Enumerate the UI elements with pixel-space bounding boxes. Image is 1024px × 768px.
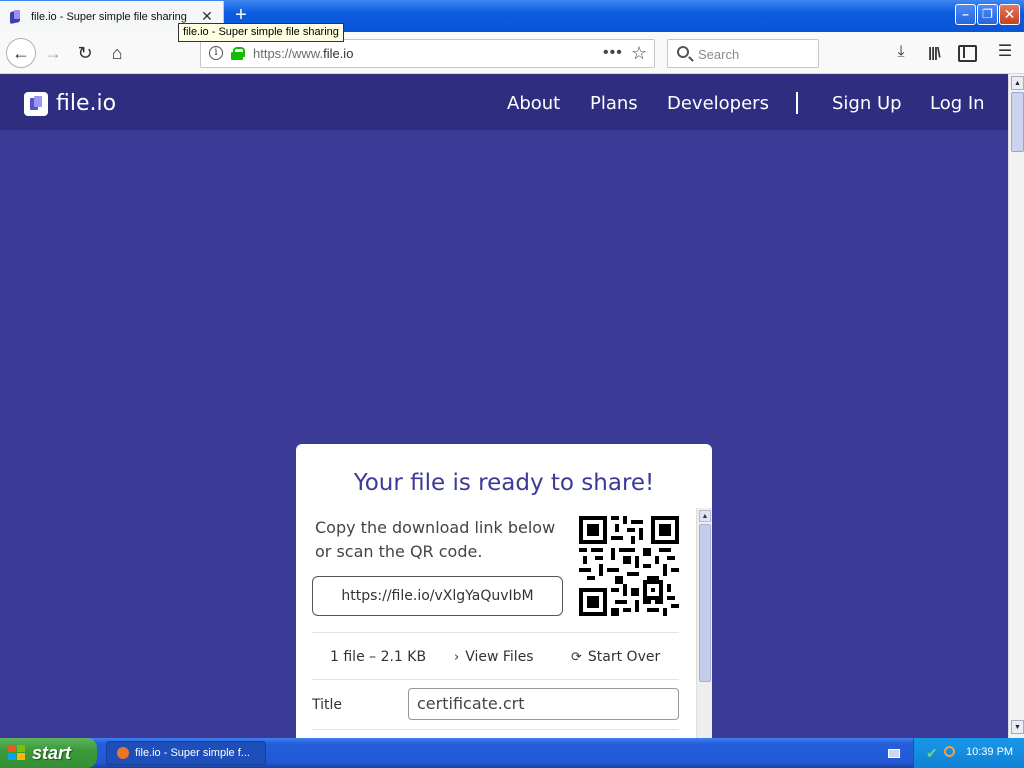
nav-plans-link[interactable]: Plans (590, 93, 638, 114)
download-link-field[interactable]: https://file.io/vXlgYaQuvIbM (312, 576, 563, 616)
brand[interactable]: file.io (24, 91, 116, 116)
bookmark-star-icon[interactable]: ☆ (631, 43, 647, 64)
minimize-window-button[interactable]: – (955, 4, 976, 25)
taskbar-item-label: file.io - Super simple f... (135, 747, 250, 759)
url-text[interactable]: https://www.file.io (253, 46, 353, 61)
search-bar[interactable]: Search (667, 39, 819, 68)
share-heading: Your file is ready to share! (353, 470, 655, 496)
fileio-logo-icon (24, 91, 48, 116)
taskbar: start file.io - Super simple f... ✔ 10:3… (0, 738, 1024, 768)
nav-divider (796, 92, 798, 114)
new-tab-icon[interactable]: + (232, 5, 250, 25)
library-icon[interactable]: |||\ (923, 41, 945, 63)
share-card: Your file is ready to share! Copy the do… (296, 444, 712, 738)
nav-login-link[interactable]: Log In (930, 93, 985, 114)
qr-code (579, 516, 679, 616)
refresh-icon: ⟳ (571, 650, 582, 665)
tab-title: file.io - Super simple file sharing (31, 10, 187, 23)
view-files-button[interactable]: › View Files (454, 649, 534, 665)
home-icon[interactable]: ⌂ (104, 40, 130, 66)
url-domain: file.io (323, 46, 354, 61)
share-card-body: Copy the download link below or scan the… (296, 508, 696, 738)
taskbar-firefox-item[interactable]: file.io - Super simple f... (106, 741, 266, 765)
title-input[interactable]: certificate.crt (408, 688, 679, 720)
downloads-icon[interactable]: ⤓ (890, 41, 912, 63)
lock-icon[interactable] (231, 47, 245, 60)
url-prefix: https://www. (253, 46, 324, 61)
share-description: Copy the download link below or scan the… (315, 518, 556, 561)
view-files-label: View Files (465, 649, 534, 665)
windows-logo-icon (8, 745, 26, 761)
page-scroll-thumb[interactable] (1011, 92, 1024, 152)
network-icon[interactable]: ✔ (926, 746, 940, 760)
close-tab-icon[interactable]: ✕ (200, 9, 214, 23)
firefox-icon (117, 747, 129, 759)
clock: 10:39 PM (966, 746, 1014, 758)
reload-icon[interactable]: ↻ (72, 40, 98, 66)
info-icon[interactable]: i (209, 46, 223, 60)
search-tray-icon[interactable] (944, 746, 955, 757)
brand-name: file.io (56, 91, 117, 116)
search-icon (677, 46, 689, 58)
start-over-label: Start Over (587, 649, 661, 665)
forward-arrow-icon[interactable]: → (40, 40, 66, 66)
page-scrollbar[interactable]: ▲ ▼ (1008, 74, 1024, 738)
back-arrow-icon[interactable]: ← (6, 38, 36, 68)
system-tray: ✔ 10:39 PM (913, 738, 1024, 768)
card-scrollbar[interactable]: ▲ (696, 508, 712, 738)
start-button[interactable]: start (0, 738, 97, 768)
tab-strip: file.io - Super simple file sharing ✕ + … (0, 0, 1024, 32)
fileio-favicon-icon (10, 9, 22, 24)
close-window-button[interactable]: ✕ (999, 4, 1020, 25)
keyboard-icon[interactable] (888, 749, 900, 758)
page-viewport: file.io About Plans Developers Sign Up L… (0, 74, 1008, 738)
title-label: Title (312, 697, 343, 713)
scroll-down-arrow-icon[interactable]: ▼ (1011, 720, 1024, 734)
nav-signup-link[interactable]: Sign Up (832, 93, 902, 114)
scroll-up-arrow-icon[interactable]: ▲ (1011, 76, 1024, 90)
start-over-button[interactable]: ⟳ Start Over (571, 649, 660, 665)
nav-about-link[interactable]: About (507, 93, 560, 114)
file-summary: 1 file – 2.1 KB (330, 649, 427, 665)
url-bar[interactable]: i https://www.file.io ••• ☆ (200, 39, 655, 68)
page-actions-icon[interactable]: ••• (603, 44, 623, 62)
restore-window-button[interactable]: ❐ (977, 4, 998, 25)
navigation-toolbar: ← → ↻ ⌂ i https://www.file.io ••• ☆ Sear… (0, 32, 1024, 74)
nav-developers-link[interactable]: Developers (667, 93, 769, 114)
divider (312, 729, 679, 730)
sidebar-icon[interactable] (955, 41, 977, 63)
start-label: start (32, 743, 72, 763)
hamburger-menu-icon[interactable]: ☰ (994, 41, 1016, 63)
file-stats-row: 1 file – 2.1 KB › View Files ⟳ Start Over (312, 632, 679, 680)
search-placeholder: Search (698, 47, 740, 62)
site-header: file.io About Plans Developers Sign Up L… (0, 74, 1008, 130)
chevron-right-icon: › (454, 650, 460, 665)
tab-tooltip: file.io - Super simple file sharing (178, 23, 344, 42)
card-scroll-thumb[interactable] (699, 524, 711, 682)
scroll-up-arrow-icon[interactable]: ▲ (699, 510, 711, 522)
